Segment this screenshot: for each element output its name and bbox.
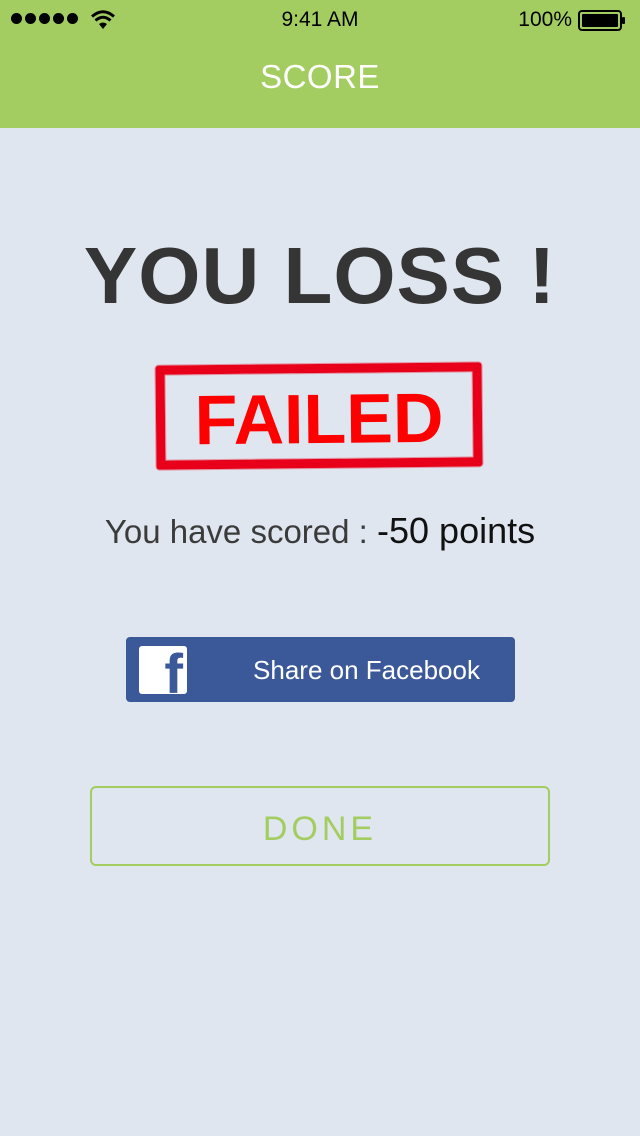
score-line: You have scored : -50 points xyxy=(0,510,640,552)
facebook-icon: f xyxy=(139,646,187,694)
score-value: -50 points xyxy=(377,510,536,551)
top-bar: 9:41 AM 100% SCORE xyxy=(0,0,640,128)
page-title: SCORE xyxy=(260,58,380,95)
result-headline: YOU LOSS ! xyxy=(83,231,557,320)
done-button[interactable]: DONE xyxy=(90,786,550,866)
score-screen: 9:41 AM 100% SCORE YOU LOSS ! FAILED You… xyxy=(0,0,640,1136)
stamp-text: FAILED xyxy=(194,378,444,460)
share-facebook-label: Share on Facebook xyxy=(253,655,480,685)
battery-icon xyxy=(578,10,625,31)
done-label: DONE xyxy=(262,810,378,848)
status-bar: 9:41 AM 100% xyxy=(0,0,640,40)
score-label: You have scored : xyxy=(104,513,368,550)
battery-percent: 100% xyxy=(518,8,572,31)
share-facebook-button[interactable]: f Share on Facebook xyxy=(126,637,515,702)
failed-stamp: FAILED xyxy=(155,362,483,470)
